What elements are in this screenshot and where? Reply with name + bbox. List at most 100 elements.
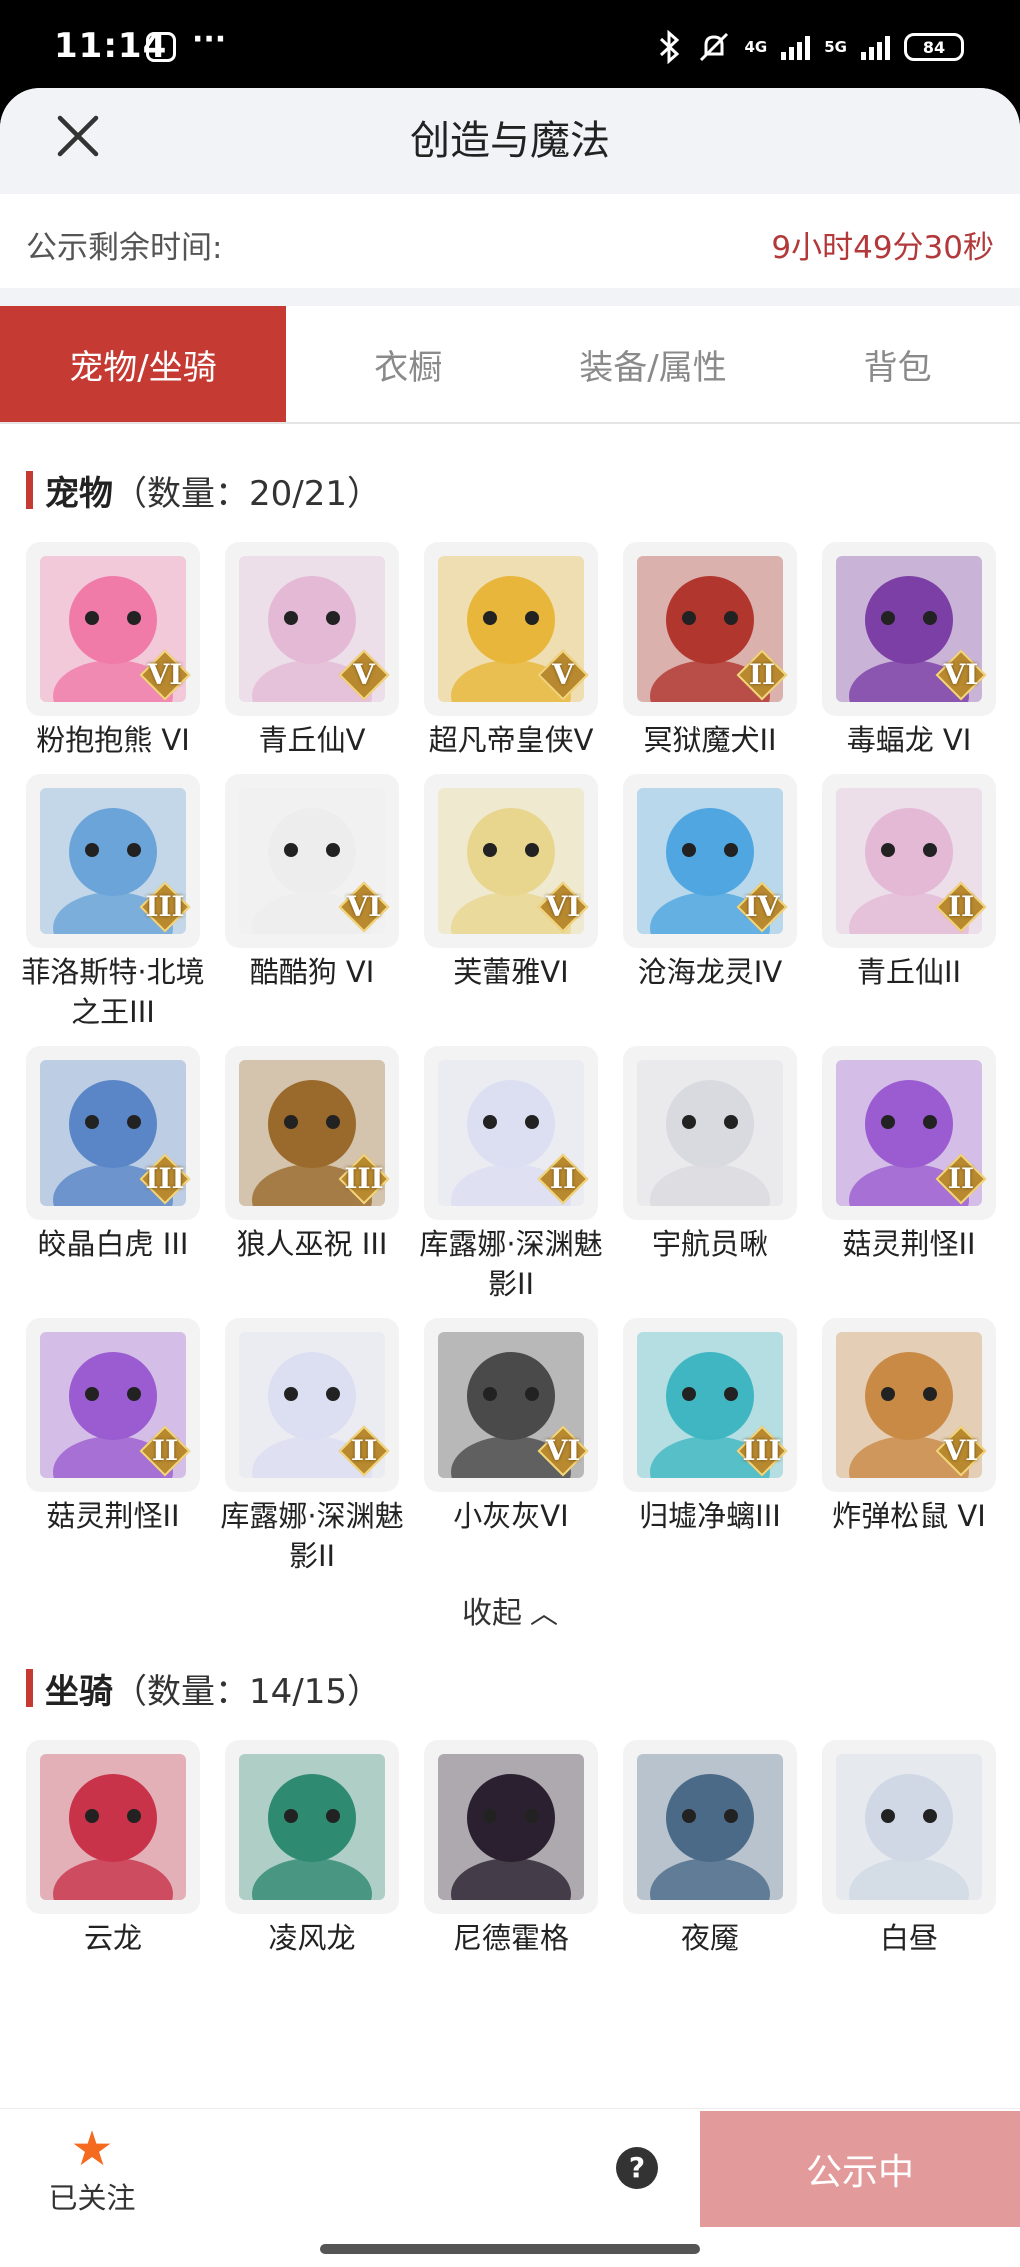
tier-badge: VI [338,881,390,933]
item-name: 库露娜·深渊魅影II [220,1499,404,1573]
item-thumbnail: VI [225,774,399,948]
pet-card[interactable]: 宇航员啾 [623,1046,797,1304]
tier-label: III [344,1162,384,1195]
item-name: 粉抱抱熊 VI [36,723,190,757]
tab-wardrobe[interactable]: 衣橱 [286,306,531,422]
tier-badge: II [935,881,987,933]
pet-card[interactable]: III 菲洛斯特·北境之王III [21,774,205,1032]
pet-card[interactable]: VI 芙蕾雅VI [424,774,598,1032]
tier-label: II [151,1434,179,1467]
item-name: 冥狱魔犬II [643,723,777,757]
item-thumbnail [623,1740,797,1914]
item-name: 凌风龙 [268,1921,356,1955]
tier-badge: V [537,649,589,701]
tier-badge: VI [537,1425,589,1477]
section-accent-bar [26,471,33,509]
item-thumbnail: VI [26,542,200,716]
tab-bar: 宠物/坐骑 衣橱 装备/属性 背包 [0,306,1020,424]
cloud-dragon-icon [40,1754,186,1900]
tier-badge: V [338,649,390,701]
tier-label: II [350,1434,378,1467]
item-name: 青丘仙II [856,955,962,989]
daylight-dragon-icon [836,1754,982,1900]
tier-label: III [145,890,185,923]
pet-card[interactable]: VI 炸弹松鼠 VI [822,1318,996,1576]
item-thumbnail: V [424,542,598,716]
page-title: 创造与魔法 [410,118,610,164]
pet-card[interactable]: III 皎晶白虎 III [26,1046,200,1304]
mount-card[interactable]: 白昼 [822,1740,996,1958]
tab-equipment[interactable]: 装备/属性 [531,306,776,422]
pet-card[interactable]: VI 小灰灰VI [424,1318,598,1576]
pet-card[interactable]: V 青丘仙V [225,542,399,760]
pet-card[interactable]: V 超凡帝皇侠V [424,542,598,760]
mount-card[interactable]: 尼德霍格 [424,1740,598,1958]
mounts-grid: 云龙 凌风龙 尼德霍格 夜魇 白昼 [0,1740,1020,1958]
pets-grid: VI 粉抱抱熊 VI V 青丘仙V V 超凡帝皇侠V II 冥狱魔犬II VI 毒蝠龙 VI III… [0,542,1020,1576]
mount-card[interactable]: 云龙 [26,1740,200,1958]
pet-card[interactable]: II 库露娜·深渊魅影II [419,1046,603,1304]
pets-title: 宠物 [45,473,113,514]
item-name: 小灰灰VI [453,1499,569,1533]
help-icon[interactable]: ? [616,2147,658,2189]
tab-pets-mounts[interactable]: 宠物/坐骑 [0,306,286,422]
tier-label: VI [545,890,581,923]
tier-badge: II [935,1153,987,1205]
countdown-label: 公示剩余时间: [26,230,223,266]
pet-card[interactable]: VI 毒蝠龙 VI [822,542,996,760]
network-4g-label: 4G [744,38,768,56]
item-name: 库露娜·深渊魅影II [419,1227,603,1301]
item-thumbnail: III [26,1046,200,1220]
item-thumbnail: II [822,1046,996,1220]
tier-badge: VI [935,649,987,701]
tab-backpack[interactable]: 背包 [775,306,1020,422]
item-thumbnail: VI [822,542,996,716]
pet-card[interactable]: II 菇灵荆怪II [822,1046,996,1304]
battery-level: 84 [922,37,946,57]
signal-icon [781,34,811,60]
tier-badge: VI [935,1425,987,1477]
bluetooth-icon [659,30,679,64]
item-thumbnail: II [225,1318,399,1492]
follow-button[interactable]: ★ 已关注 [42,2123,142,2217]
pet-card[interactable]: IV 沧海龙灵IV [623,774,797,1032]
bell-muted-icon [699,32,728,62]
pet-card[interactable]: VI 酷酷狗 VI [225,774,399,1032]
tier-label: VI [147,658,183,691]
item-name: 沧海龙灵IV [637,955,783,989]
pet-card[interactable]: II 菇灵荆怪II [26,1318,200,1576]
tier-badge: III [139,1153,191,1205]
section-accent-bar [26,1669,33,1707]
public-status-button[interactable]: 公示中 [700,2111,1020,2227]
item-name: 毒蝠龙 VI [846,723,972,757]
tier-badge: II [338,1425,390,1477]
tier-label: VI [545,1434,581,1467]
status-icons: 4G 5G 84 [657,30,964,64]
mount-card[interactable]: 凌风龙 [225,1740,399,1958]
pet-card[interactable]: II 库露娜·深渊魅影II [220,1318,404,1576]
item-thumbnail [822,1740,996,1914]
item-thumbnail: II [424,1046,598,1220]
item-thumbnail: VI [424,1318,598,1492]
nidhogg-icon [438,1754,584,1900]
pet-card[interactable]: II 青丘仙II [822,774,996,1032]
item-name: 菇灵荆怪II [46,1499,180,1533]
item-thumbnail: II [822,774,996,948]
follow-label: 已关注 [48,2181,136,2215]
pet-card[interactable]: II 冥狱魔犬II [623,542,797,760]
tier-badge: VI [139,649,191,701]
pet-card[interactable]: VI 粉抱抱熊 VI [26,542,200,760]
item-name: 狼人巫祝 III [236,1227,388,1261]
tier-badge: III [736,1425,788,1477]
pet-card[interactable]: III 归墟净螭III [623,1318,797,1576]
collapse-button[interactable]: 收起 ︿ [0,1588,1020,1632]
mount-card[interactable]: 夜魇 [623,1740,797,1958]
item-name: 炸弹松鼠 VI [832,1499,986,1533]
tier-label: V [552,658,574,691]
item-thumbnail: III [225,1046,399,1220]
status-bar: 11:14 ··· 4G 5G 84 [0,0,1020,100]
battery-icon: 84 [904,33,964,61]
pet-card[interactable]: III 狼人巫祝 III [225,1046,399,1304]
home-indicator [320,2244,700,2254]
tier-label: IV [744,890,780,923]
